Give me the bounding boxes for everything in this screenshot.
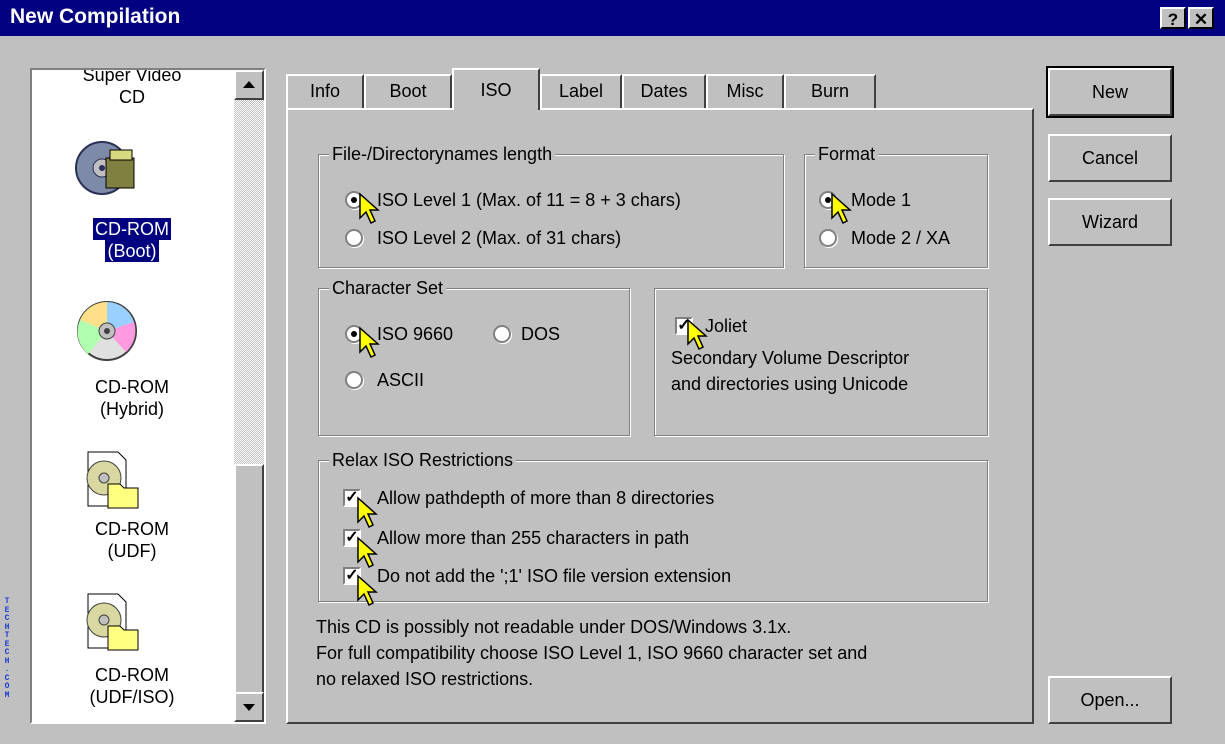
dos-label[interactable]: DOS <box>521 323 560 345</box>
version-extension-label[interactable]: Do not add the ';1' ISO file version ext… <box>377 565 731 587</box>
scroll-thumb[interactable] <box>234 464 264 694</box>
scroll-down-button[interactable] <box>234 692 264 722</box>
list-item-sublabel: (UDF/ISO) <box>89 687 175 707</box>
pointer-cursor-icon <box>687 318 708 351</box>
path-length-label[interactable]: Allow more than 255 characters in path <box>377 527 689 549</box>
list-item-label: Super Video <box>82 68 182 85</box>
help-button[interactable]: ? <box>1160 7 1186 29</box>
list-item-sublabel: CD <box>119 87 145 107</box>
title-bar: New Compilation ? ✕ <box>0 0 1225 36</box>
cd-rom-boot-icon[interactable] <box>74 136 140 203</box>
group-title: Character Set <box>329 277 447 299</box>
list-item-label: CD-ROM <box>95 665 169 685</box>
mode-2-label[interactable]: Mode 2 / XA <box>851 227 950 249</box>
pointer-cursor-icon <box>831 192 852 225</box>
filenames-length-group: File-/Directorynames length ISO Level 1 … <box>318 143 784 268</box>
compatibility-note-1: This CD is possibly not readable under D… <box>316 617 792 637</box>
list-item-label: CD-ROM <box>95 519 169 539</box>
joliet-group: ✓ Joliet Secondary Volume Descriptor and… <box>654 288 988 436</box>
list-item-sublabel: (UDF) <box>107 541 157 561</box>
list-item-sublabel: (Boot) <box>105 240 159 262</box>
list-item-sublabel: (Hybrid) <box>99 399 164 419</box>
ascii-label[interactable]: ASCII <box>377 369 424 391</box>
group-title: File-/Directorynames length <box>329 143 556 165</box>
pointer-cursor-icon <box>359 326 380 359</box>
mode-2-radio[interactable] <box>819 229 837 247</box>
group-title: Relax ISO Restrictions <box>329 449 517 471</box>
close-button[interactable]: ✕ <box>1188 7 1214 29</box>
list-item-super-video-cd[interactable]: Super Video CD <box>32 68 232 108</box>
compatibility-note-3: no relaxed ISO restrictions. <box>316 669 534 689</box>
tab-misc[interactable]: Misc <box>706 74 784 108</box>
scroll-up-button[interactable] <box>234 70 264 100</box>
iso-level-1-label[interactable]: ISO Level 1 (Max. of 11 = 8 + 3 chars) <box>377 189 681 211</box>
cd-rom-udf-icon[interactable] <box>78 448 140 517</box>
list-item-label: CD-ROM <box>93 218 171 240</box>
list-item-cd-rom-boot[interactable]: CD-ROM (Boot) <box>32 218 232 262</box>
list-item-cd-rom-hybrid[interactable]: CD-ROM (Hybrid) <box>32 376 232 420</box>
mode-1-label[interactable]: Mode 1 <box>851 189 911 211</box>
wizard-button[interactable]: Wizard <box>1048 198 1172 246</box>
iso-9660-label[interactable]: ISO 9660 <box>377 323 453 345</box>
iso-level-2-radio[interactable] <box>345 229 363 247</box>
character-set-group: Character Set ISO 9660 DOS ASCII <box>318 277 630 436</box>
tab-iso[interactable]: ISO <box>452 68 540 110</box>
relax-restrictions-group: Relax ISO Restrictions ✓ Allow pathdepth… <box>318 449 988 602</box>
pointer-cursor-icon <box>357 496 378 529</box>
watermark: TECHTECH.COM <box>4 597 10 700</box>
ascii-radio[interactable] <box>345 371 363 389</box>
list-item-label: CD-ROM <box>95 377 169 397</box>
iso-tab-panel: File-/Directorynames length ISO Level 1 … <box>286 108 1034 724</box>
pointer-cursor-icon <box>357 574 378 607</box>
cd-rom-hybrid-icon[interactable] <box>76 300 138 367</box>
tab-burn[interactable]: Burn <box>784 74 876 108</box>
group-title: Format <box>815 143 879 165</box>
tab-label[interactable]: Label <box>540 74 622 108</box>
list-item-cd-rom-udf[interactable]: CD-ROM (UDF) <box>32 518 232 562</box>
new-button[interactable]: New <box>1046 66 1174 118</box>
cancel-button[interactable]: Cancel <box>1048 134 1172 182</box>
tab-dates[interactable]: Dates <box>622 74 706 108</box>
open-button[interactable]: Open... <box>1048 676 1172 724</box>
tab-boot[interactable]: Boot <box>364 74 452 108</box>
cd-rom-udf-iso-icon[interactable] <box>78 590 140 659</box>
list-item-cd-rom-udf-iso[interactable]: CD-ROM (UDF/ISO) <box>32 664 232 708</box>
pathdepth-label[interactable]: Allow pathdepth of more than 8 directori… <box>377 487 714 509</box>
iso-level-2-label[interactable]: ISO Level 2 (Max. of 31 chars) <box>377 227 621 249</box>
list-scrollbar[interactable] <box>234 70 264 722</box>
pointer-cursor-icon <box>357 536 378 569</box>
window-title: New Compilation <box>10 5 181 28</box>
arrow-down-icon <box>243 704 255 711</box>
arrow-up-icon <box>243 81 255 88</box>
compilation-type-list[interactable]: Super Video CD CD-ROM (Boot) CD-ROM (Hyb… <box>30 68 266 724</box>
joliet-label[interactable]: Joliet <box>705 315 747 337</box>
tab-info[interactable]: Info <box>286 74 364 108</box>
dos-radio[interactable] <box>493 325 511 343</box>
pointer-cursor-icon <box>359 192 380 225</box>
compatibility-note-2: For full compatibility choose ISO Level … <box>316 643 868 663</box>
joliet-description-2: and directories using Unicode <box>671 374 909 394</box>
